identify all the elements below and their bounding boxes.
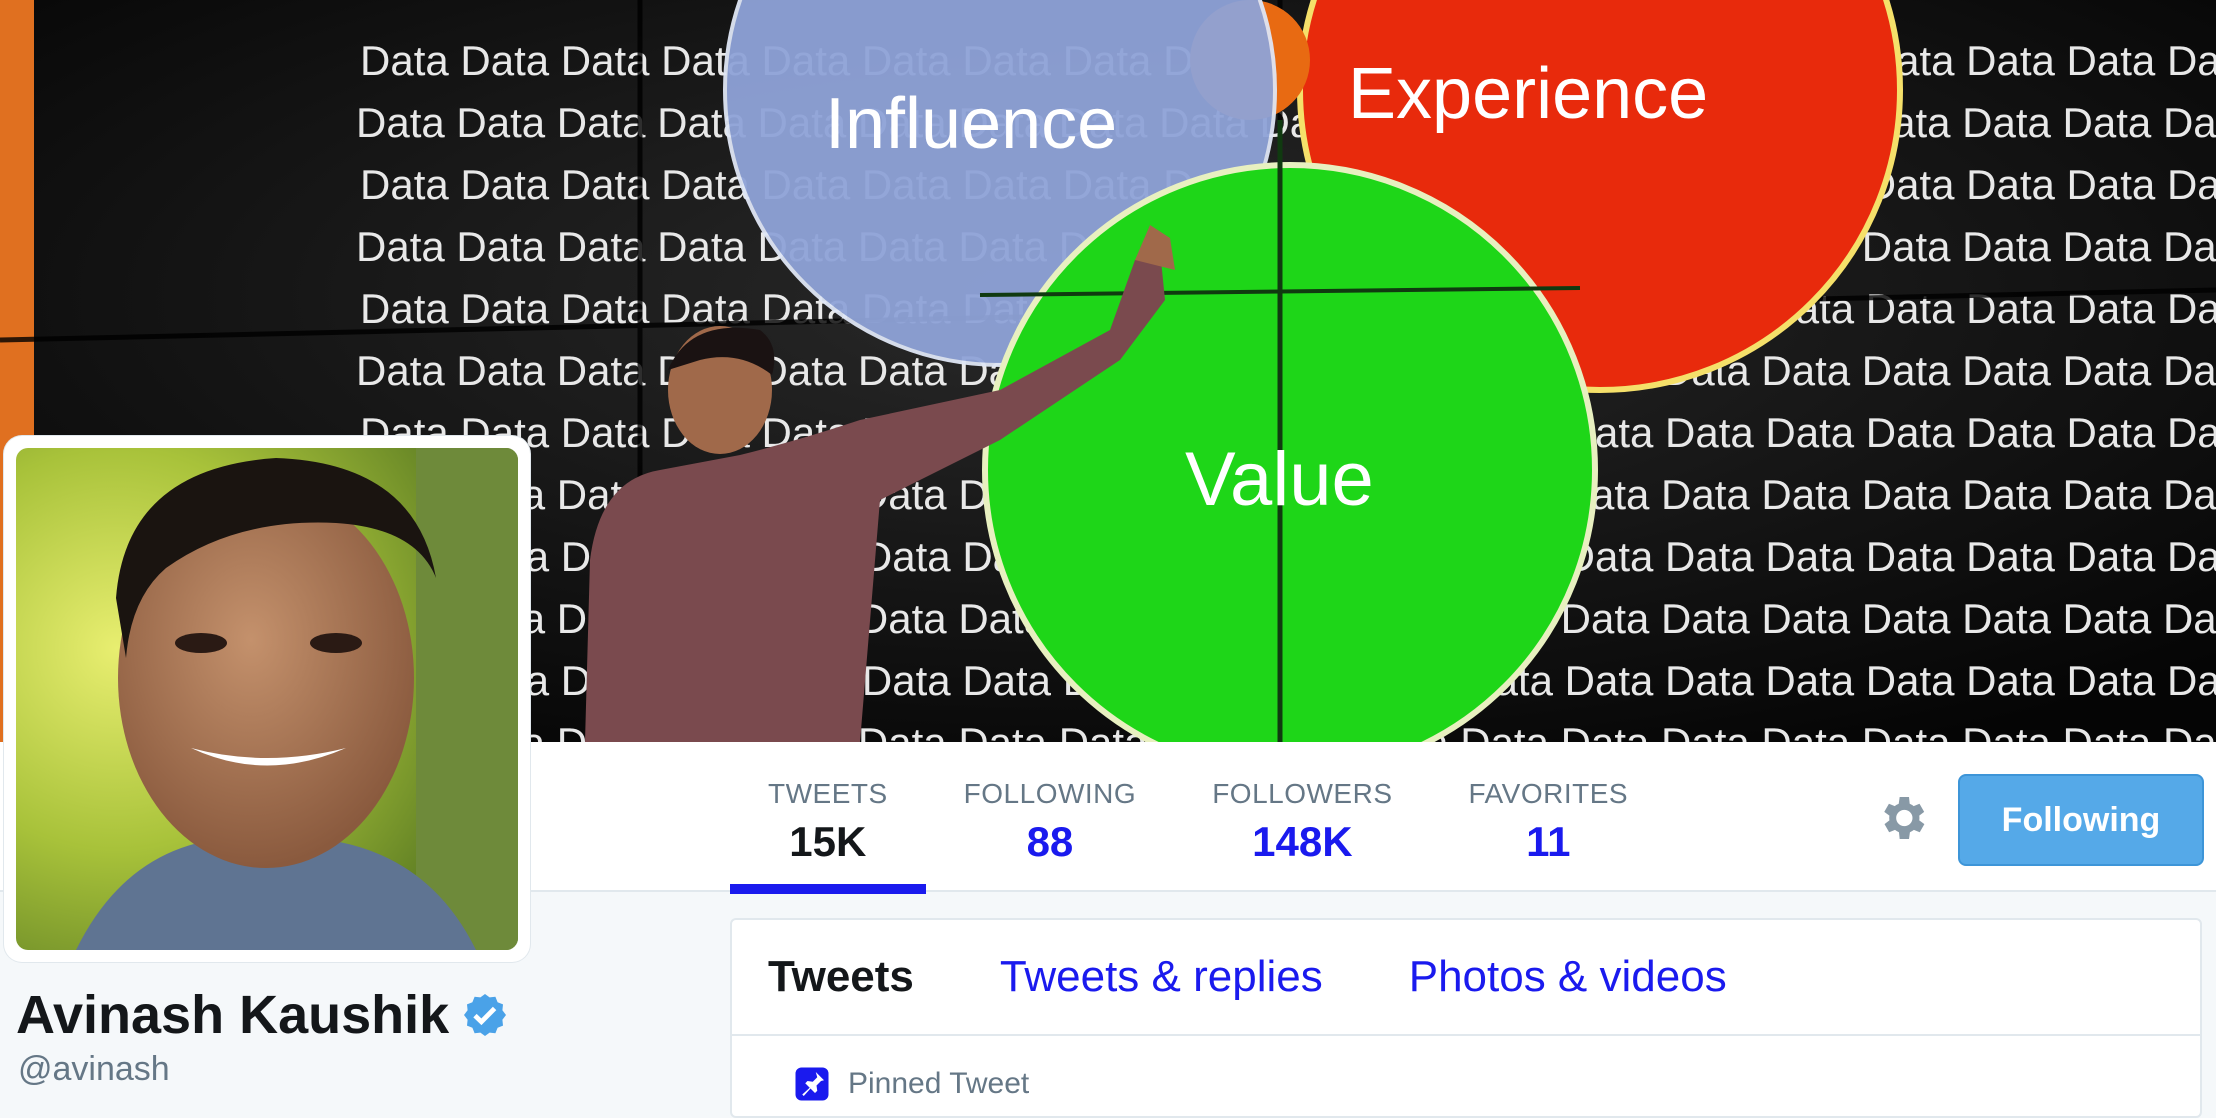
profile-name[interactable]: Avinash Kaushik bbox=[16, 984, 449, 1046]
stat-value: 148K bbox=[1252, 818, 1353, 865]
stat-label: FOLLOWERS bbox=[1212, 778, 1393, 809]
stat-favorites[interactable]: FAVORITES 11 bbox=[1431, 742, 1667, 892]
pinned-tweet-label: Pinned Tweet bbox=[848, 1067, 1030, 1100]
pin-icon bbox=[795, 1067, 829, 1101]
tab-photos-videos[interactable]: Photos & videos bbox=[1409, 952, 1727, 1002]
stat-label: FOLLOWING bbox=[963, 778, 1137, 809]
profile-name-row: Avinash Kaushik bbox=[16, 984, 509, 1046]
profile-handle[interactable]: @avinash bbox=[18, 1050, 170, 1089]
tab-tweets-replies[interactable]: Tweets & replies bbox=[1000, 952, 1323, 1002]
venn-label-value: Value bbox=[1185, 437, 1374, 522]
stat-tweets[interactable]: TWEETS 15K bbox=[730, 742, 926, 894]
tab-tweets[interactable]: Tweets bbox=[768, 952, 914, 1002]
following-button[interactable]: Following bbox=[1958, 774, 2204, 866]
stat-followers[interactable]: FOLLOWERS 148K bbox=[1174, 742, 1430, 892]
gear-icon[interactable] bbox=[1874, 790, 1930, 846]
profile-stats: TWEETS 15K FOLLOWING 88 FOLLOWERS 148K F… bbox=[730, 742, 1667, 894]
verified-badge-icon bbox=[464, 994, 507, 1036]
stat-following[interactable]: FOLLOWING 88 bbox=[926, 742, 1175, 892]
stat-value: 88 bbox=[1026, 818, 1074, 865]
stat-value: 11 bbox=[1526, 818, 1571, 865]
avatar[interactable] bbox=[4, 436, 530, 962]
venn-label-influence: Influence bbox=[825, 84, 1117, 164]
timeline-tabs: Tweets Tweets & replies Photos & videos bbox=[732, 920, 2200, 1036]
stat-value: 15K bbox=[789, 818, 867, 865]
stat-label: FAVORITES bbox=[1468, 778, 1629, 809]
pinned-tweet-header: Pinned Tweet bbox=[794, 1066, 1029, 1102]
venn-label-experience: Experience bbox=[1348, 54, 1708, 134]
timeline-panel: Tweets Tweets & replies Photos & videos … bbox=[730, 918, 2202, 1118]
stat-label: TWEETS bbox=[768, 778, 888, 809]
avatar-photo bbox=[16, 448, 518, 950]
